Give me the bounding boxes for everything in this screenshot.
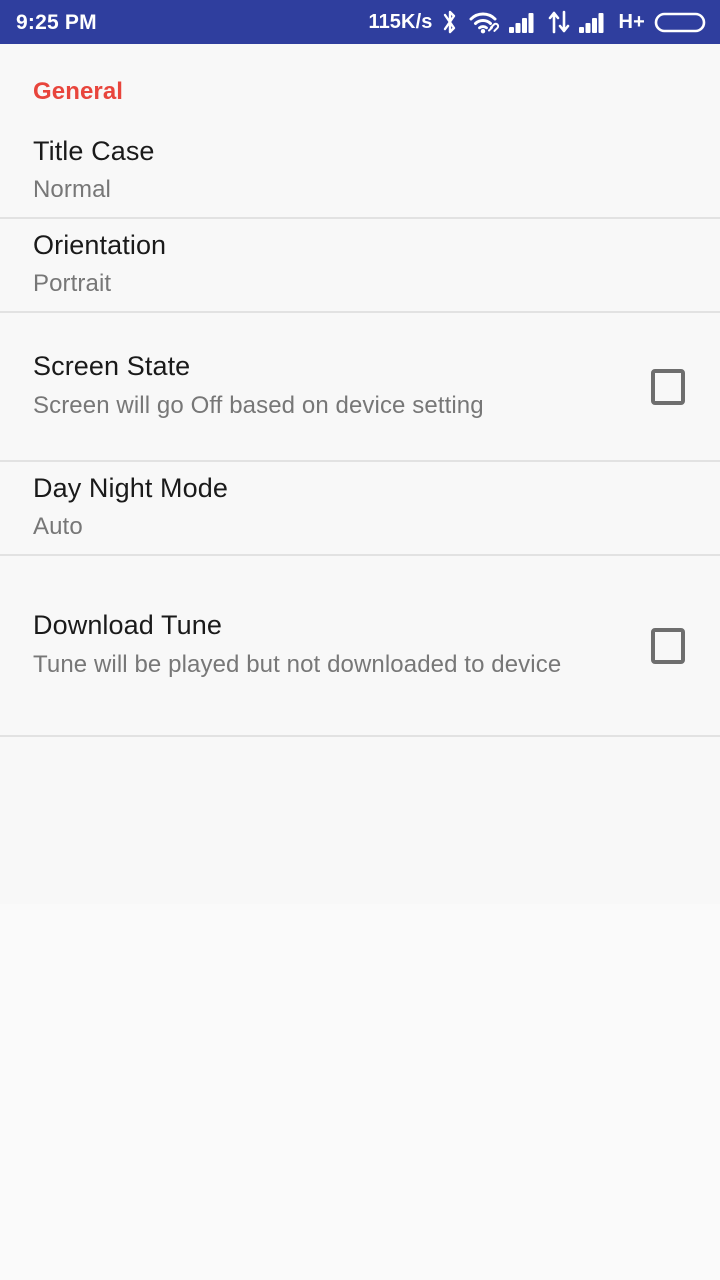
preference-row-title-case[interactable]: Title Case Normal xyxy=(0,125,720,217)
preference-summary: Tune will be played but not downloaded t… xyxy=(33,650,562,678)
status-bar: 9:25 PM 115K/s H+ xyxy=(0,0,720,44)
preference-row-day-night-mode[interactable]: Day Night Mode Auto xyxy=(0,462,720,554)
section-header-general: General xyxy=(33,78,124,105)
preference-title: Download Tune xyxy=(33,610,222,641)
preference-title: Day Night Mode xyxy=(33,472,228,503)
bluetooth-icon xyxy=(441,9,459,35)
preference-row-download-tune[interactable]: Download Tune Tune will be played but no… xyxy=(0,556,720,735)
preference-list: Title Case Normal Orientation Portrait S… xyxy=(0,125,720,737)
network-type-indicator: H+ xyxy=(618,11,645,33)
preference-text: Orientation Portrait xyxy=(33,230,696,300)
preference-title: Screen State xyxy=(33,351,191,382)
preference-text: Screen State Screen will go Off based on… xyxy=(33,351,640,421)
checkbox-screen-state[interactable] xyxy=(651,368,685,405)
status-bar-clock: 9:25 PM xyxy=(16,10,97,34)
wifi-icon xyxy=(468,9,500,35)
network-speed-indicator: 115K/s xyxy=(368,11,433,33)
preference-row-orientation[interactable]: Orientation Portrait xyxy=(0,219,720,311)
preference-summary: Normal xyxy=(33,176,111,204)
preference-text: Title Case Normal xyxy=(33,136,696,206)
preference-title: Orientation xyxy=(33,229,167,260)
signal-bars-sim1-icon xyxy=(509,9,539,35)
preference-widget xyxy=(640,368,696,405)
preference-title: Title Case xyxy=(33,135,155,166)
preference-summary: Screen will go Off based on device setti… xyxy=(33,391,484,419)
checkbox-download-tune[interactable] xyxy=(651,627,685,664)
preference-widget xyxy=(640,627,696,664)
status-bar-icon-tray: 115K/s H+ xyxy=(368,9,706,35)
preference-text: Day Night Mode Auto xyxy=(33,473,696,543)
battery-icon xyxy=(654,9,706,35)
preference-summary: Auto xyxy=(33,513,83,541)
settings-content: General Title Case Normal Orientation Po… xyxy=(0,44,720,904)
preference-row-screen-state[interactable]: Screen State Screen will go Off based on… xyxy=(0,313,720,460)
preference-summary: Portrait xyxy=(33,270,112,298)
signal-bars-sim2-icon xyxy=(579,9,609,35)
preference-text: Download Tune Tune will be played but no… xyxy=(33,610,640,680)
data-transfer-icon xyxy=(548,9,570,35)
list-divider xyxy=(0,735,720,737)
